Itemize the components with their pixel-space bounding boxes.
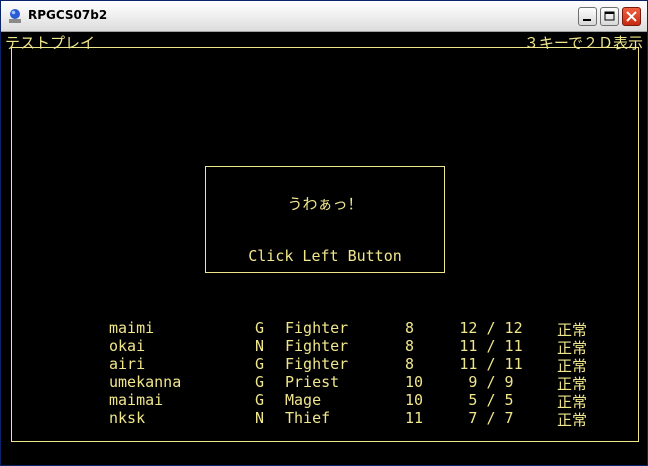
member-class: Fighter [285,319,349,337]
message-text: うわぁっ！ [287,195,363,213]
party-member-row: airi G Fighter 8 11 / 11 正常 [3,355,645,375]
party-status-list: maimi G Fighter 8 12 / 12 正常 okai N Figh… [3,319,645,429]
member-status: 正常 [557,411,588,429]
maximize-icon [604,11,615,21]
member-hp: 12 / 12 [459,319,523,337]
member-alignment: G [255,319,265,337]
message-box[interactable]: うわぁっ！ Click Left Button [205,166,445,273]
member-name: airi [109,355,146,373]
party-member-row: okai N Fighter 8 11 / 11 正常 [3,337,645,357]
member-level: 10 [405,373,424,391]
game-screen[interactable]: テストプレイ ３キーで２Ｄ表示 うわぁっ！ Click Left Button … [3,32,645,464]
minimize-icon [583,19,591,21]
party-member-row: maimi G Fighter 8 12 / 12 正常 [3,319,645,339]
click-prompt: Click Left Button [248,247,402,265]
app-icon [9,9,21,23]
member-hp: 11 / 11 [459,355,523,373]
member-name: maimai [109,391,164,409]
maximize-button[interactable] [600,7,619,26]
party-member-row: maimai G Mage 10 5 / 5 正常 [3,391,645,411]
close-icon [626,11,637,22]
minimize-button[interactable] [578,7,597,26]
member-class: Fighter [285,337,349,355]
member-level: 8 [405,337,415,355]
member-level: 11 [405,409,424,427]
app-window: RPGCS07b2 テストプレイ ３キーで２Ｄ表示 うわぁっ！ Click Le… [0,0,648,466]
member-level: 10 [405,391,424,409]
member-hp: 5 / 5 [468,391,514,409]
member-alignment: N [255,409,265,427]
member-class: Thief [285,409,331,427]
window-title: RPGCS07b2 [28,8,108,22]
party-member-row: nksk N Thief 11 7 / 7 正常 [3,409,645,429]
member-alignment: G [255,391,265,409]
member-alignment: G [255,355,265,373]
member-name: nksk [109,409,146,427]
member-alignment: N [255,337,265,355]
member-level: 8 [405,355,415,373]
member-name: umekanna [109,373,182,391]
party-member-row: umekanna G Priest 10 9 / 9 正常 [3,373,645,393]
member-class: Priest [285,373,340,391]
member-name: maimi [109,319,155,337]
member-name: okai [109,337,146,355]
member-hp: 7 / 7 [468,409,514,427]
member-alignment: G [255,373,265,391]
member-hp: 9 / 9 [468,373,514,391]
member-level: 8 [405,319,415,337]
close-button[interactable] [622,7,641,26]
title-bar[interactable]: RPGCS07b2 [1,1,647,32]
member-class: Fighter [285,355,349,373]
member-class: Mage [285,391,322,409]
member-hp: 11 / 11 [459,337,523,355]
